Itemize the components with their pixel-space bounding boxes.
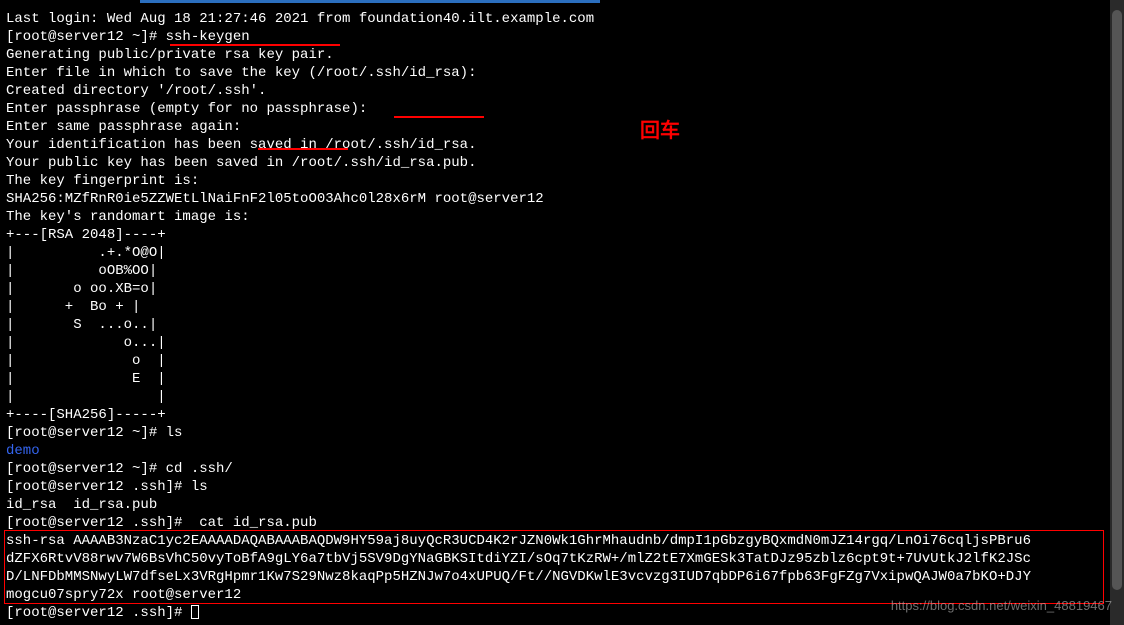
terminal-line: The key's randomart image is:: [6, 208, 1118, 226]
annotation-underline-1: [170, 44, 340, 46]
terminal-line: | o...|: [6, 334, 1118, 352]
terminal-line: demo: [6, 442, 1118, 460]
terminal-line: | o |: [6, 352, 1118, 370]
terminal-line: [root@server12 ~]# cd .ssh/: [6, 460, 1118, 478]
terminal-line: | o oo.XB=o|: [6, 280, 1118, 298]
terminal-cursor: [191, 605, 199, 619]
terminal-line: | .+.*O@O|: [6, 244, 1118, 262]
annotation-underline-3: [258, 148, 348, 150]
terminal-line: [root@server12 ~]# ls: [6, 424, 1118, 442]
terminal-line: Enter file in which to save the key (/ro…: [6, 64, 1118, 82]
terminal-line: Enter passphrase (empty for no passphras…: [6, 100, 1118, 118]
terminal-line: The key fingerprint is:: [6, 172, 1118, 190]
terminal-line: +---[RSA 2048]----+: [6, 226, 1118, 244]
terminal-line: id_rsa id_rsa.pub: [6, 496, 1118, 514]
terminal-line: [root@server12 .ssh]# ls: [6, 478, 1118, 496]
terminal-line: Last login: Wed Aug 18 21:27:46 2021 fro…: [6, 10, 1118, 28]
terminal-line: dZFX6RtvV88rwv7W6BsVhC50vyToBfA9gLY6a7tb…: [6, 550, 1118, 568]
terminal-line: | S ...o..|: [6, 316, 1118, 334]
terminal-line: SHA256:MZfRnR0ie5ZZWEtLlNaiFnF2l05toO03A…: [6, 190, 1118, 208]
terminal-line: D/LNFDbMMSNwyLW7dfseLx3VRgHpmr1Kw7S29Nwz…: [6, 568, 1118, 586]
terminal-line: Your identification has been saved in /r…: [6, 136, 1118, 154]
annotation-underline-2: [394, 116, 484, 118]
terminal-line: ssh-rsa AAAAB3NzaC1yc2EAAAADAQABAAABAQDW…: [6, 532, 1118, 550]
terminal-line: | oOB%OO|: [6, 262, 1118, 280]
terminal-content[interactable]: Last login: Wed Aug 18 21:27:46 2021 fro…: [6, 10, 1118, 622]
annotation-enter-key: 回车: [640, 122, 680, 140]
terminal-window[interactable]: Last login: Wed Aug 18 21:27:46 2021 fro…: [0, 0, 1124, 625]
terminal-line: Generating public/private rsa key pair.: [6, 46, 1118, 64]
terminal-line: Your public key has been saved in /root/…: [6, 154, 1118, 172]
terminal-line: Created directory '/root/.ssh'.: [6, 82, 1118, 100]
watermark: https://blog.csdn.net/weixin_48819467: [891, 597, 1112, 615]
terminal-line: +----[SHA256]-----+: [6, 406, 1118, 424]
terminal-line: [root@server12 .ssh]# cat id_rsa.pub: [6, 514, 1118, 532]
scrollbar-thumb[interactable]: [1112, 10, 1122, 590]
scrollbar-track[interactable]: [1110, 0, 1124, 625]
terminal-line: | |: [6, 388, 1118, 406]
terminal-line: Enter same passphrase again:: [6, 118, 1118, 136]
terminal-line: | E |: [6, 370, 1118, 388]
terminal-line: | + Bo + |: [6, 298, 1118, 316]
window-accent: [140, 0, 600, 3]
